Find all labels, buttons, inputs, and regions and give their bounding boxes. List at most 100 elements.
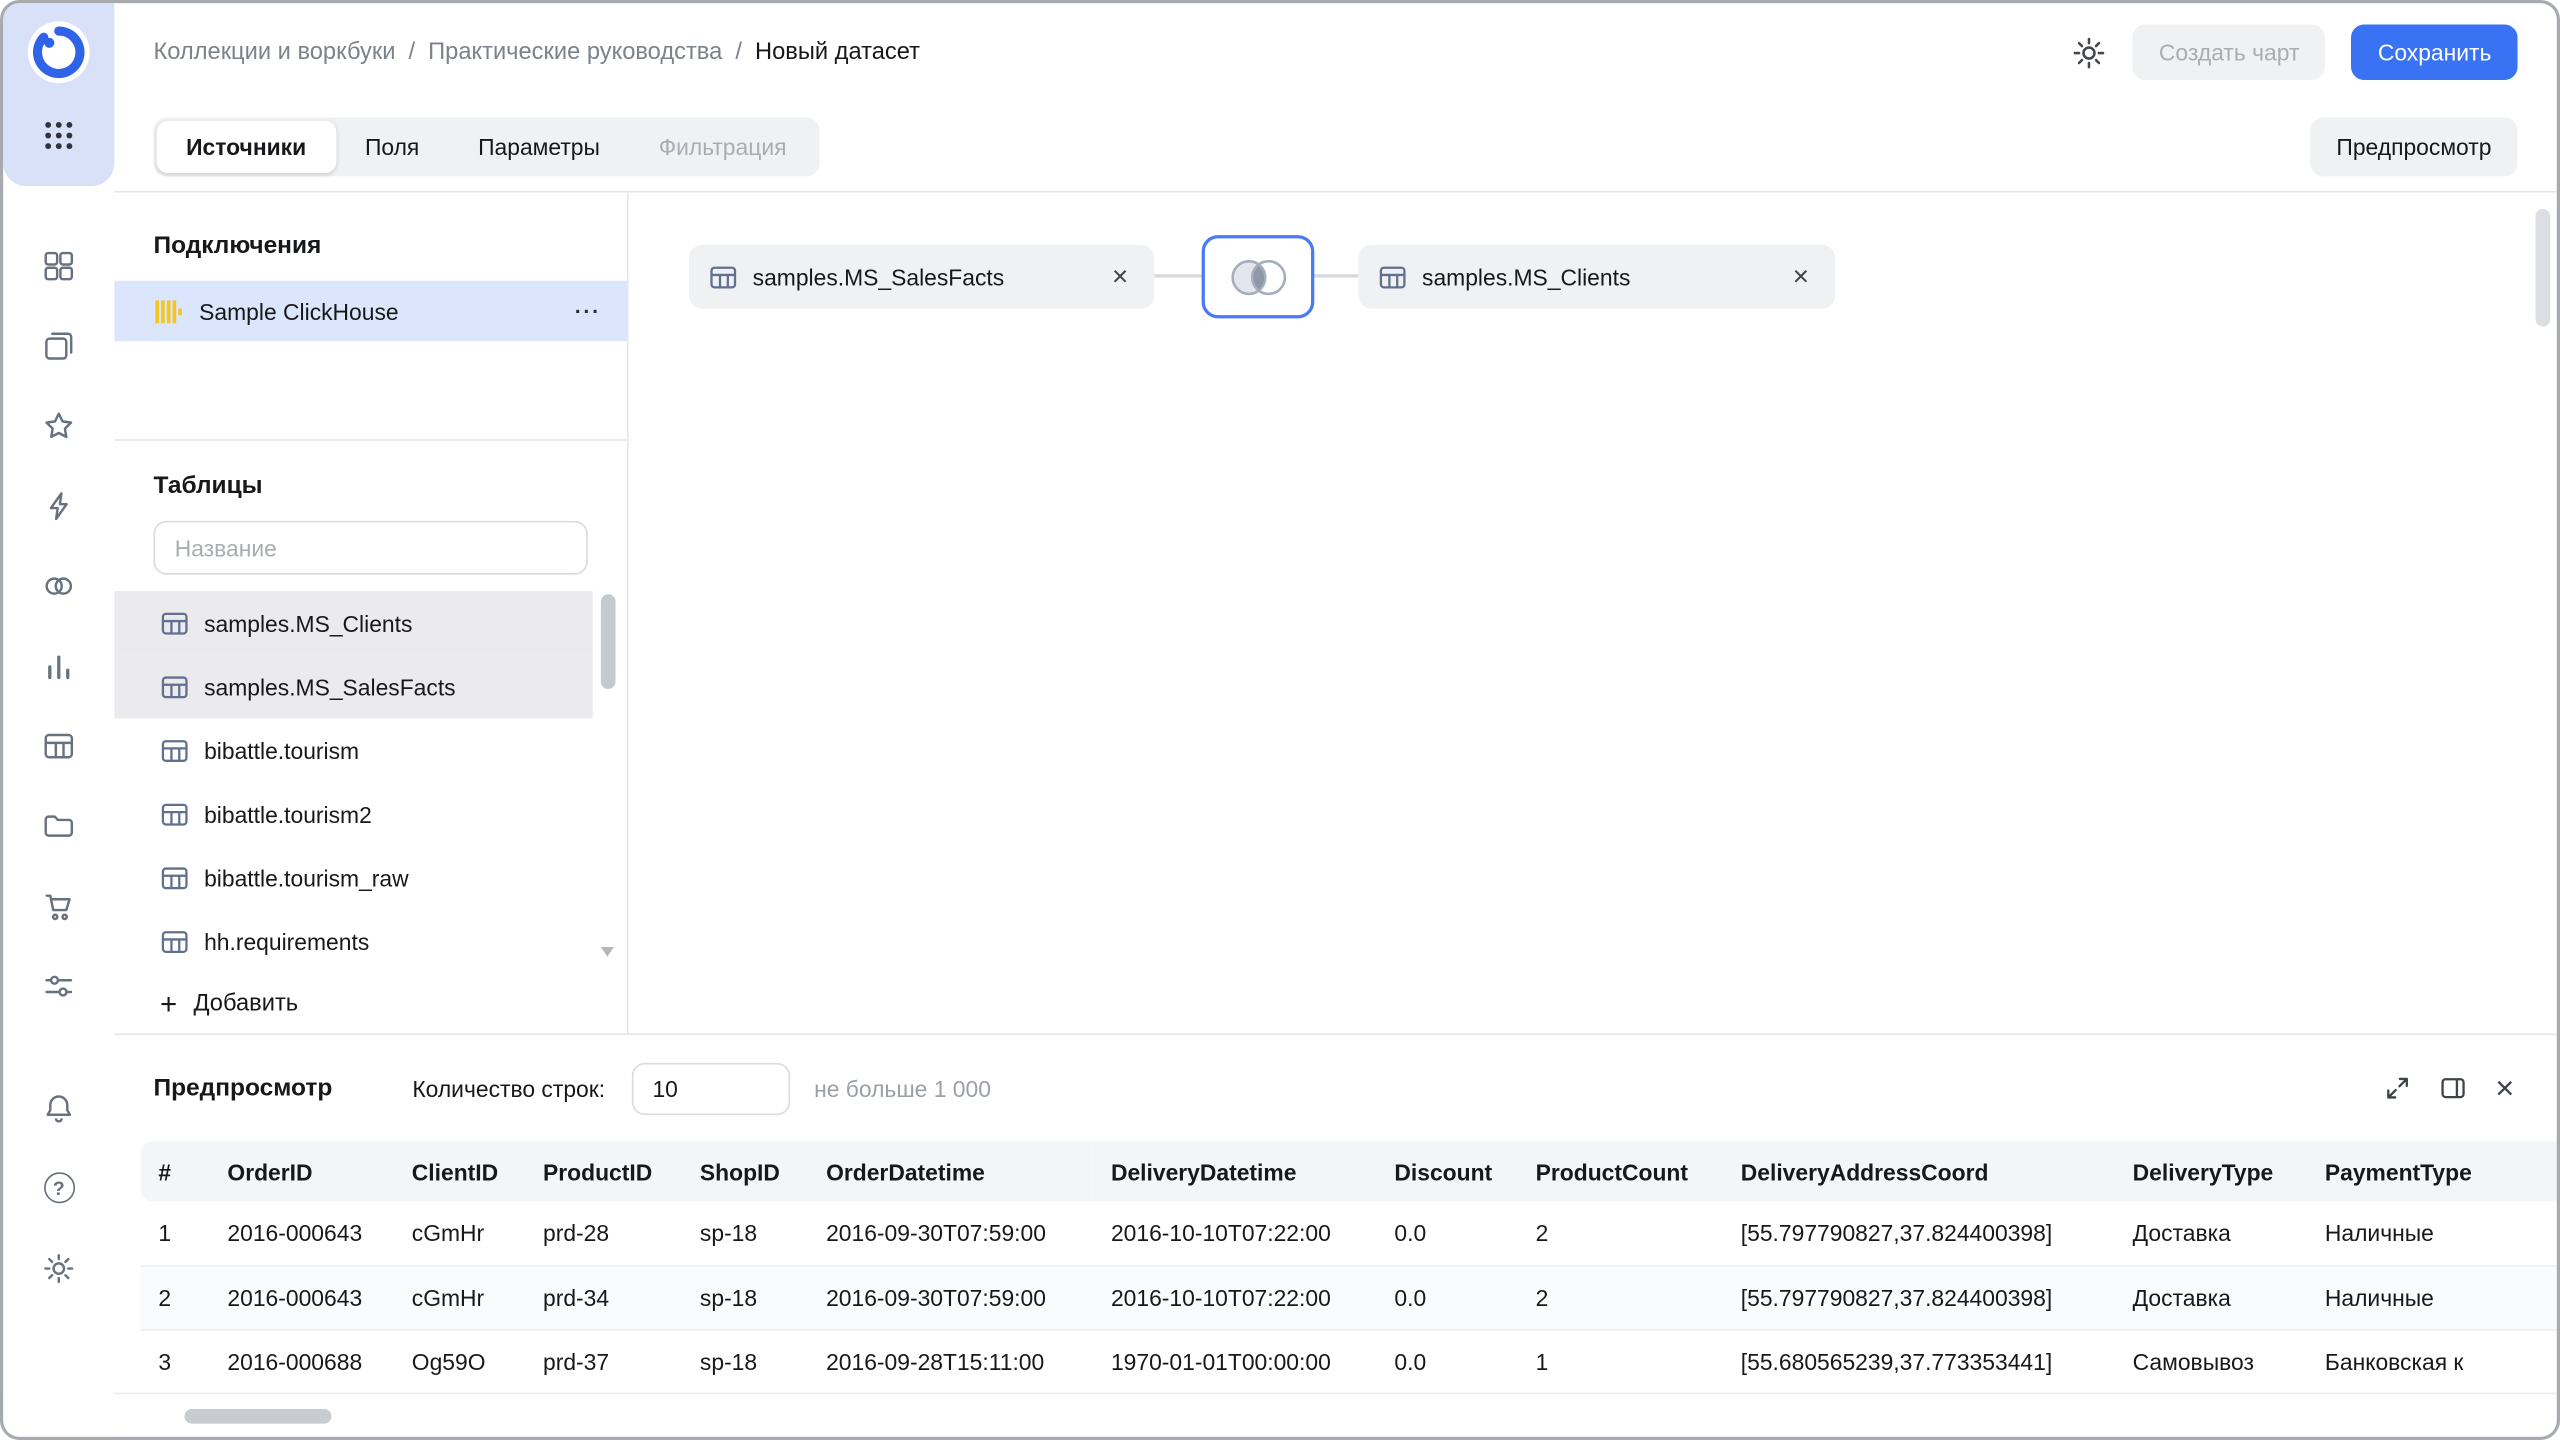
canvas-scrollbar[interactable]: [2535, 206, 2552, 1021]
cell: [55.680565239,37.773353441]: [1740, 1347, 2053, 1374]
storage-folder-icon[interactable]: [3, 785, 114, 865]
dataset-settings-gear-icon[interactable]: [2072, 35, 2106, 69]
table-icon: [161, 675, 188, 698]
table-row: 1 2016-000643 cGmHr prd-28 sp-18 2016-09…: [140, 1202, 2557, 1266]
table-icon: [161, 866, 188, 889]
sources-side-panel: Подключения Sample ClickHouse ··· Таблиц…: [114, 192, 629, 1034]
connection-more-icon[interactable]: ···: [575, 299, 601, 323]
horizontal-scrollbar-thumb[interactable]: [184, 1408, 332, 1424]
cell: 2: [1535, 1284, 1549, 1311]
canvas-table-clients[interactable]: samples.MS_Clients ×: [1358, 244, 1836, 309]
tables-list: samples.MS_Clients samples.MS_SalesFacts…: [114, 591, 593, 973]
table-search-input[interactable]: [153, 520, 588, 575]
breadcrumb: Коллекции и воркбуки / Практические руко…: [153, 39, 919, 65]
connections-lightning-icon[interactable]: [3, 465, 114, 545]
canvas-table-label: samples.MS_SalesFacts: [752, 263, 1005, 290]
datalens-logo[interactable]: [26, 20, 91, 90]
preview-title: Предпросмотр: [153, 1074, 333, 1103]
left-rail: ?: [3, 3, 115, 1437]
column-header: DeliveryAddressCoord: [1740, 1158, 1989, 1185]
preview-header-actions: ×: [2384, 1072, 2514, 1105]
tab-fields[interactable]: Поля: [336, 120, 449, 172]
cell: 2: [1535, 1220, 1549, 1247]
cell: 0.0: [1394, 1347, 1427, 1374]
scrollbar-down-arrow[interactable]: [600, 946, 614, 957]
table-item-tourism-raw[interactable]: bibattle.tourism_raw: [114, 846, 592, 910]
datasets-circles-icon[interactable]: [3, 545, 114, 625]
add-table-label: Добавить: [193, 991, 299, 1018]
cell: sp-18: [699, 1220, 758, 1247]
tab-sources[interactable]: Источники: [156, 120, 336, 173]
add-table-button[interactable]: + Добавить: [114, 980, 298, 1029]
workbooks-icon[interactable]: [3, 305, 114, 385]
connection-name: Sample ClickHouse: [199, 297, 399, 325]
top-bar-actions: Создать чарт Сохранить: [2072, 24, 2518, 80]
row-count-input[interactable]: [631, 1062, 790, 1115]
scale-wrapper: ? Коллекции и воркбуки / Практические ру…: [0, 0, 2560, 1440]
sources-canvas[interactable]: samples.MS_SalesFacts × samples.MS_Clien…: [628, 192, 2557, 1034]
cell: Наличные: [2324, 1220, 2434, 1247]
rail-bottom: ?: [3, 1068, 114, 1308]
tables-title: Таблицы: [153, 471, 263, 500]
column-header: DeliveryDatetime: [1110, 1158, 1297, 1185]
charts-bars-icon[interactable]: [3, 625, 114, 705]
tables-list-scrollbar[interactable]: [599, 591, 617, 976]
breadcrumb-guides[interactable]: Практические руководства: [428, 39, 722, 65]
save-button[interactable]: Сохранить: [2351, 24, 2518, 80]
inner-join-icon: [1230, 259, 1286, 295]
table-row: 2 2016-000643 cGmHr prd-34 sp-18 2016-09…: [140, 1265, 2557, 1329]
favorites-star-icon[interactable]: [3, 385, 114, 465]
help-icon[interactable]: ?: [3, 1148, 114, 1228]
expand-preview-icon[interactable]: [2384, 1074, 2412, 1102]
tab-filtering[interactable]: Фильтрация: [629, 120, 816, 172]
table-row: 3 2016-000688 Og59O prd-37 sp-18 2016-09…: [140, 1329, 2557, 1393]
create-chart-button[interactable]: Создать чарт: [2132, 24, 2326, 80]
tables-icon[interactable]: [3, 705, 114, 785]
connection-item-sample-clickhouse[interactable]: Sample ClickHouse ···: [114, 280, 627, 342]
cell: 1: [158, 1220, 172, 1247]
table-item-label: bibattle.tourism_raw: [204, 864, 409, 891]
cell: cGmHr: [411, 1220, 485, 1247]
table-item-tourism[interactable]: bibattle.tourism: [114, 718, 592, 782]
cell: 2016-000643: [227, 1220, 363, 1247]
breadcrumb-collections[interactable]: Коллекции и воркбуки: [153, 39, 395, 65]
marketplace-cart-icon[interactable]: [3, 865, 114, 945]
cell: cGmHr: [411, 1284, 485, 1311]
rail-nav: [3, 225, 114, 1025]
column-header: ProductCount: [1535, 1158, 1689, 1185]
cell: Банковская к: [2324, 1347, 2464, 1374]
preview-toggle-button[interactable]: Предпросмотр: [2310, 116, 2518, 176]
join-type-button[interactable]: [1201, 235, 1315, 319]
rail-settings-gear-icon[interactable]: [3, 1228, 114, 1308]
cell: prd-34: [543, 1284, 610, 1311]
cell: [55.797790827,37.824400398]: [1740, 1284, 2053, 1311]
tab-parameters[interactable]: Параметры: [449, 120, 630, 172]
breadcrumb-separator: /: [735, 39, 742, 66]
close-preview-icon[interactable]: ×: [2495, 1072, 2514, 1105]
scrollbar-thumb[interactable]: [2535, 208, 2551, 327]
preview-table-wrap: # OrderID ClientID ProductID ShopID Orde…: [140, 1141, 2557, 1393]
table-item-label: samples.MS_Clients: [204, 609, 413, 636]
remove-table-icon[interactable]: ×: [1105, 260, 1134, 294]
table-item-tourism2[interactable]: bibattle.tourism2: [114, 782, 592, 846]
cell: 2016-09-28T15:11:00: [826, 1347, 1045, 1374]
canvas-table-salesfacts[interactable]: samples.MS_SalesFacts ×: [688, 244, 1155, 309]
notifications-bell-icon[interactable]: [3, 1068, 114, 1148]
help-glyph: ?: [43, 1172, 75, 1204]
scrollbar-thumb[interactable]: [600, 594, 616, 689]
column-header: Discount: [1394, 1158, 1493, 1185]
cell: [55.797790827,37.824400398]: [1740, 1220, 2053, 1247]
dashboards-icon[interactable]: [3, 225, 114, 305]
table-item-ms-clients[interactable]: samples.MS_Clients: [114, 591, 593, 655]
datalens-dataset-editor-window: ? Коллекции и воркбуки / Практические ру…: [0, 0, 2560, 1440]
column-header: ClientID: [411, 1158, 499, 1185]
table-item-hh-requirements[interactable]: hh.requirements: [114, 909, 592, 973]
table-item-ms-salesfacts[interactable]: samples.MS_SalesFacts: [114, 654, 593, 719]
dock-panel-icon[interactable]: [2440, 1074, 2468, 1102]
dataset-tabbar: Источники Поля Параметры Фильтрация: [153, 116, 820, 176]
services-sliders-icon[interactable]: [3, 945, 114, 1025]
row-count-label: Количество строк:: [412, 1075, 606, 1102]
apps-grid-icon[interactable]: [36, 113, 82, 159]
remove-table-icon[interactable]: ×: [1786, 260, 1815, 294]
row-count-hint: не больше 1 000: [814, 1075, 991, 1102]
